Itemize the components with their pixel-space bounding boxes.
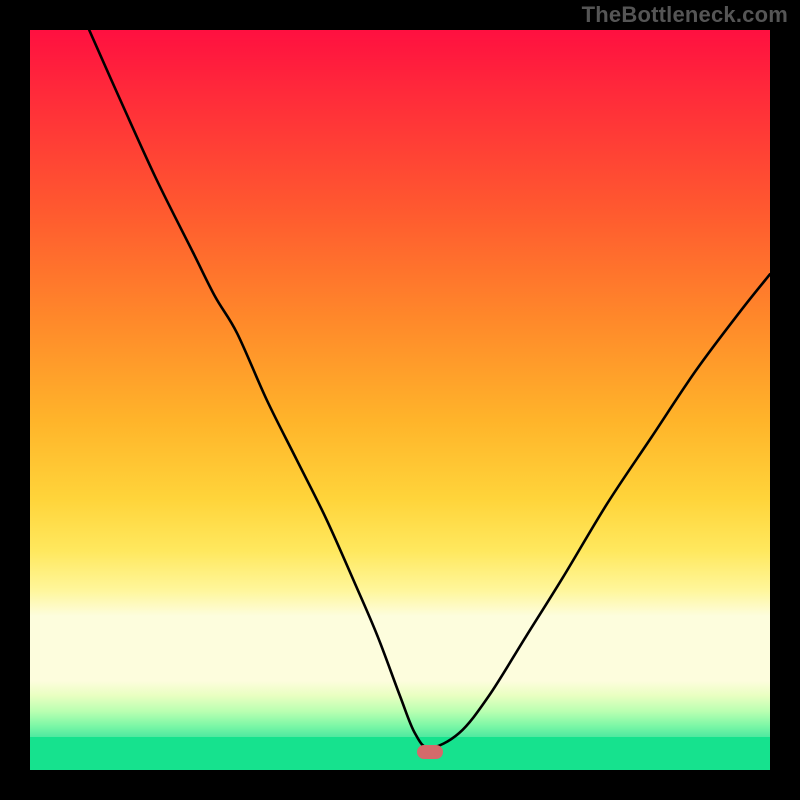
plot-area [30, 30, 770, 770]
watermark-text: TheBottleneck.com [582, 2, 788, 28]
bottleneck-curve [89, 30, 770, 748]
chart-frame: TheBottleneck.com [0, 0, 800, 800]
operating-point-marker [417, 745, 443, 759]
curve-svg [30, 30, 770, 770]
